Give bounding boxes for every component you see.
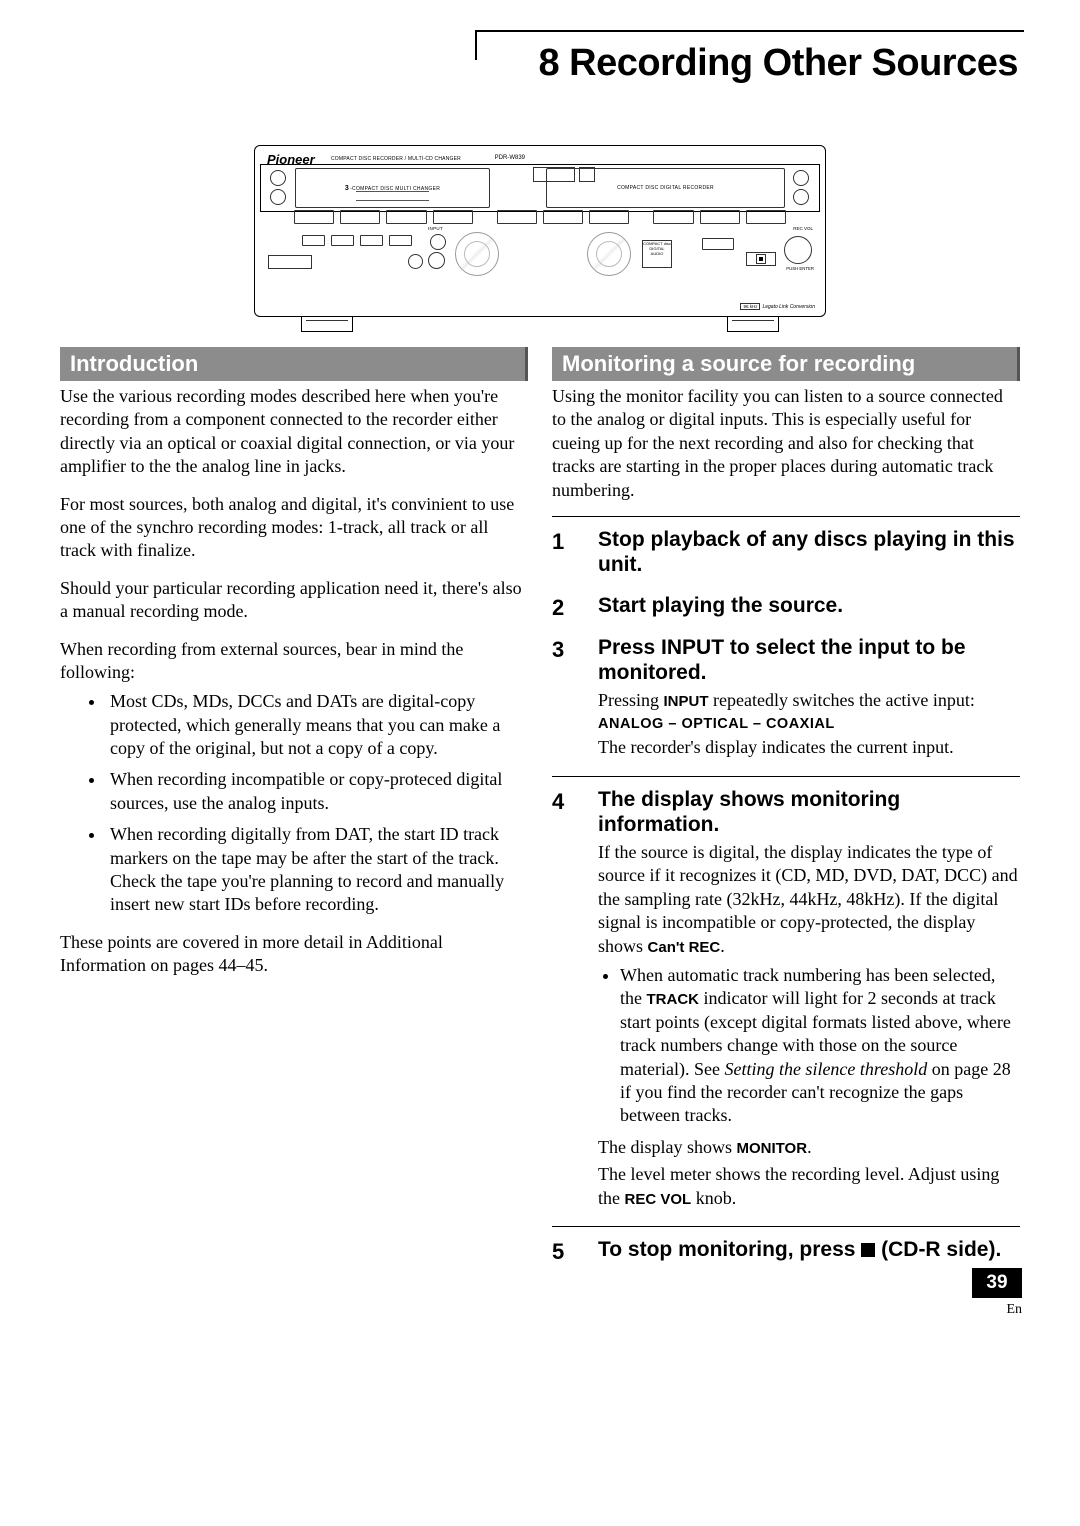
brand-subtitle: COMPACT DISC RECORDER / MULTI-CD CHANGER <box>331 156 461 162</box>
step-5: 5 To stop monitoring, press (CD-R side). <box>552 1226 1020 1278</box>
stop-button-panel <box>756 254 766 264</box>
left-disc-tray: 3-COMPACT DISC MULTI CHANGER <box>295 168 490 208</box>
intro-bullet-list: Most CDs, MDs, DCCs and DATs are digital… <box>60 690 528 917</box>
step4-bullet: When automatic track numbering has been … <box>620 964 1020 1128</box>
device-model: PDR-W839 <box>495 155 525 161</box>
input-selector-knob <box>430 234 446 250</box>
rec-vol-knob <box>784 236 812 264</box>
section-heading-introduction: Introduction <box>60 347 528 381</box>
intro-p3: Should your particular recording applica… <box>60 577 528 624</box>
step-4: 4 The display shows monitoring informati… <box>552 776 1020 1226</box>
chapter-number: 8 <box>538 42 559 84</box>
stop-icon <box>861 1243 875 1257</box>
page-number-badge: 39 <box>972 1268 1022 1298</box>
monitor-intro: Using the monitor facility you can liste… <box>552 385 1020 502</box>
intro-p1: Use the various recording modes describe… <box>60 385 528 479</box>
intro-bullet-2: When recording incompatible or copy-prot… <box>106 768 528 815</box>
chapter-title: 8 Recording Other Sources <box>0 32 1080 85</box>
step-1: 1 Stop playback of any discs playing in … <box>552 516 1020 593</box>
step-2: 2 Start playing the source. <box>552 593 1020 634</box>
device-illustration: Pioneer COMPACT DISC RECORDER / MULTI-CD… <box>0 85 1080 347</box>
intro-p4: When recording from external sources, be… <box>60 638 528 685</box>
intro-p5: These points are covered in more detail … <box>60 931 528 978</box>
intro-bullet-3: When recording digitally from DAT, the s… <box>106 823 528 917</box>
section-heading-monitoring: Monitoring a source for recording <box>552 347 1020 381</box>
legato-label: 96 kHzLegato Link Conversion <box>740 303 815 310</box>
chapter-name: Recording Other Sources <box>569 42 1018 84</box>
intro-p2: For most sources, both analog and digita… <box>60 493 528 563</box>
right-disc-tray: COMPACT DISC DIGITAL RECORDER <box>546 168 785 208</box>
intro-bullet-1: Most CDs, MDs, DCCs and DATs are digital… <box>106 690 528 760</box>
step-3: 3 Press INPUT to select the input to be … <box>552 635 1020 776</box>
page-lang: En <box>972 1302 1022 1318</box>
